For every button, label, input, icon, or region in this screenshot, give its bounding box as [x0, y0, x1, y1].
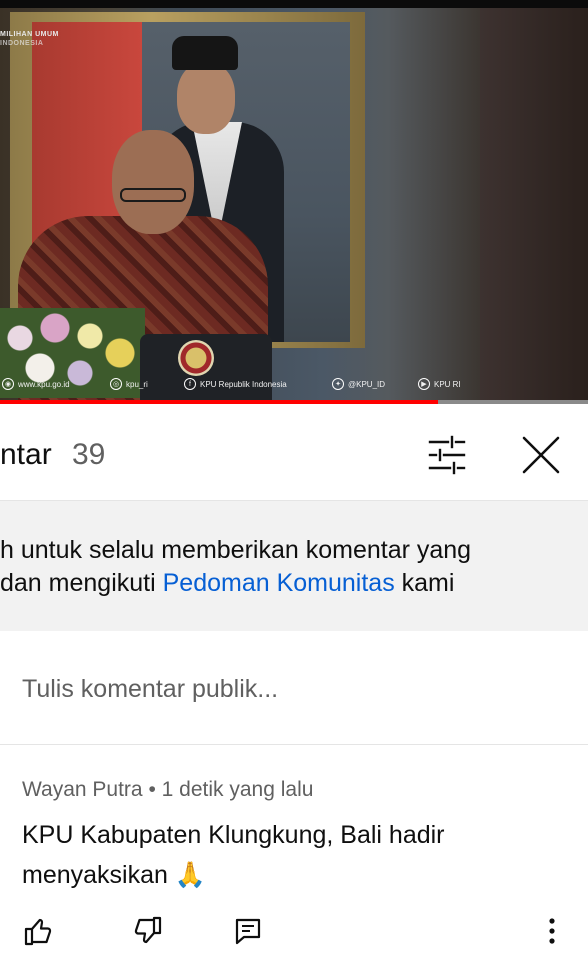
close-button[interactable] [518, 432, 564, 478]
guidelines-line-2: dan mengikuti Pedoman Komunitas kami [0, 569, 454, 598]
ticker-label: KPU RI [434, 379, 461, 389]
comments-count: 39 [72, 438, 106, 471]
twitter-icon: ✦ [332, 378, 344, 390]
comments-header: ntar 39 [0, 404, 588, 501]
watermark-line-1: MILIHAN UMUM [0, 31, 59, 38]
speaker-head [112, 130, 194, 234]
watermark-line-2: INDONESIA [0, 40, 44, 47]
guidelines-line-1: h untuk selalu memberikan komentar yang [0, 536, 472, 564]
portrait-cap [172, 36, 238, 70]
video-player[interactable]: MILIHAN UMUM INDONESIA ◉ www.kpu.go.id ◎… [0, 8, 588, 404]
facebook-icon: f [184, 378, 196, 390]
comment-compose: Tulis komentar publik... [0, 631, 588, 745]
status-bar [0, 0, 588, 8]
comment-author[interactable]: Wayan Putra [22, 778, 143, 801]
close-icon [522, 436, 560, 474]
community-guidelines-link[interactable]: Pedoman Komunitas [163, 569, 395, 597]
ticker-item-instagram: ◎ kpu_ri [110, 378, 148, 390]
guidelines-suffix: kami [394, 569, 455, 597]
dislike-button[interactable] [132, 915, 164, 947]
community-guidelines-banner: h untuk selalu memberikan komentar yang … [0, 501, 588, 631]
comment-time: 1 detik yang lalu [161, 778, 314, 801]
guidelines-prefix: dan mengikuti [0, 569, 163, 597]
portrait-face [177, 62, 235, 134]
ticker-label: www.kpu.go.id [18, 379, 70, 389]
instagram-icon: ◎ [110, 378, 122, 390]
ticker-item-website: ◉ www.kpu.go.id [2, 378, 70, 390]
sort-filter-button[interactable] [424, 432, 470, 478]
more-vert-icon [549, 918, 555, 944]
ticker-item-youtube: ▶ KPU RI [418, 378, 461, 390]
ticker-item-facebook: f KPU Republik Indonesia [184, 378, 287, 390]
ticker-label: kpu_ri [126, 379, 148, 389]
reply-icon [235, 918, 261, 945]
comment-meta: Wayan Putra • 1 detik yang lalu [22, 778, 313, 802]
ticker-label: KPU Republik Indonesia [200, 379, 287, 389]
like-button[interactable] [22, 915, 54, 947]
kpu-logo-icon [178, 340, 214, 376]
sliders-icon [428, 435, 466, 475]
youtube-icon: ▶ [418, 378, 430, 390]
more-options-button[interactable] [536, 915, 568, 947]
comments-title: ntar [0, 438, 52, 471]
comment-actions [0, 915, 588, 949]
meta-separator: • [142, 778, 162, 801]
reply-button[interactable] [232, 915, 264, 947]
comment-text: KPU Kabupaten Klungkung, Bali hadir meny… [22, 821, 445, 889]
comment-input[interactable]: Tulis komentar publik... [22, 671, 562, 707]
comment-item: Wayan Putra • 1 detik yang lalu KPU Kabu… [0, 745, 588, 960]
social-ticker: ◉ www.kpu.go.id ◎ kpu_ri f KPU Republik … [0, 376, 588, 394]
channel-watermark: MILIHAN UMUM INDONESIA [0, 30, 59, 48]
speaker-glasses [120, 188, 186, 202]
thumbs-up-icon [24, 918, 52, 946]
thumbs-down-icon [134, 916, 162, 944]
globe-icon: ◉ [2, 378, 14, 390]
ticker-item-twitter: ✦ @KPU_ID [332, 378, 385, 390]
background-wall [480, 8, 588, 404]
ticker-label: @KPU_ID [348, 379, 386, 389]
